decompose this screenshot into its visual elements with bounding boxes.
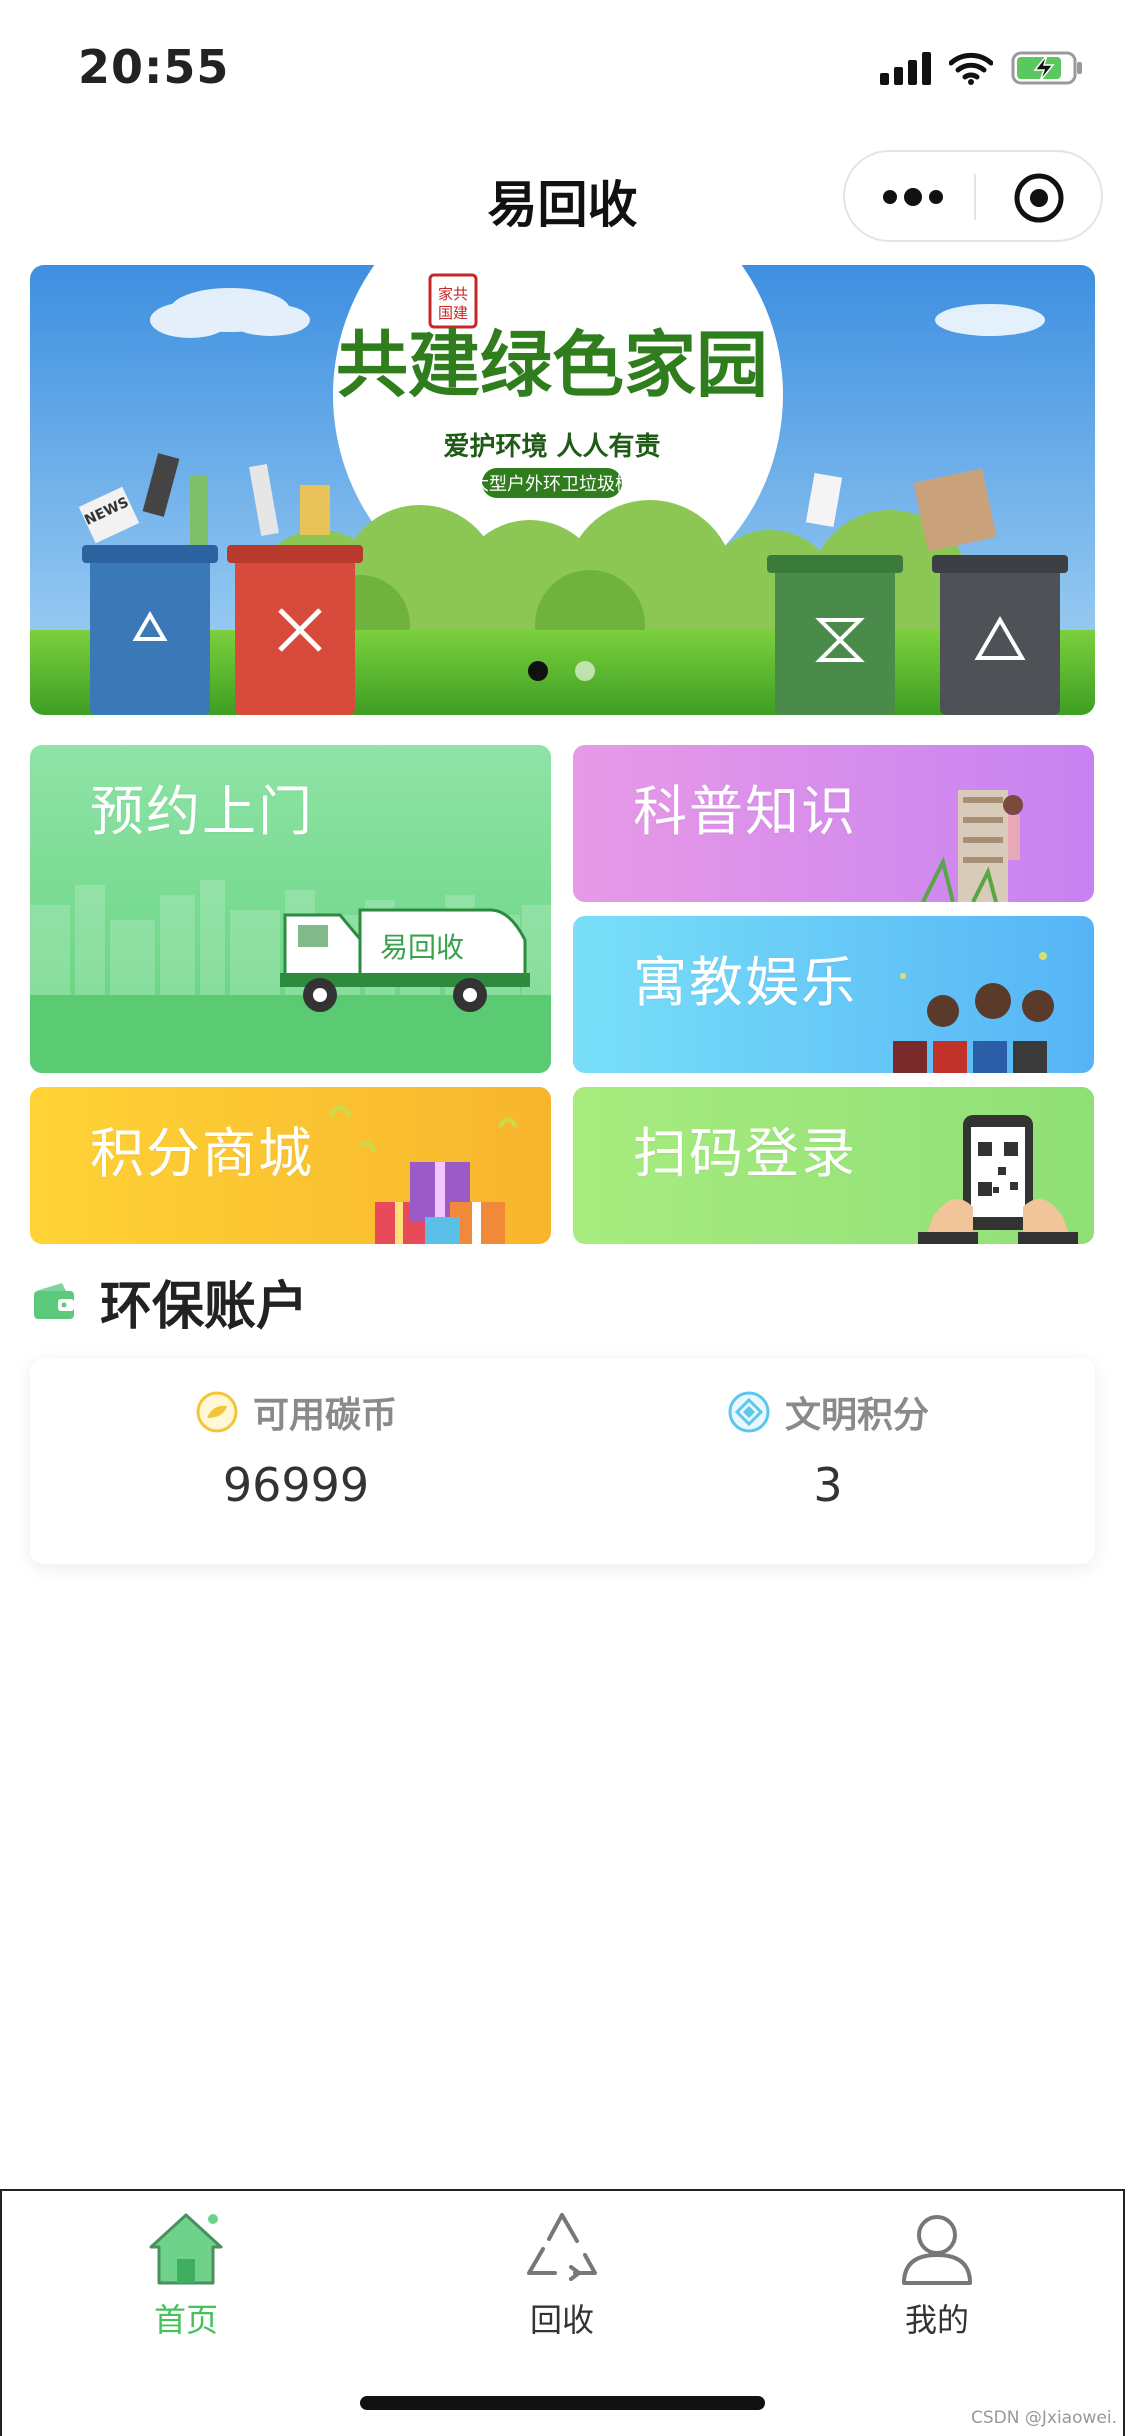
cellular-signal-icon: [880, 51, 931, 85]
tile-edutainment[interactable]: 寓教娱乐: [573, 916, 1094, 1073]
carbon-coin-value: 96999: [222, 1458, 370, 1512]
truck-label: 易回收: [380, 931, 464, 964]
more-options-button[interactable]: [883, 182, 943, 212]
recyclable-bin: [82, 545, 218, 715]
carousel-dot[interactable]: [575, 661, 595, 681]
banner-subtitle: 大型户外环卫垃圾桶: [471, 474, 633, 495]
battery-charging-icon: [1011, 51, 1082, 85]
civility-points-label: 文明积分: [784, 1395, 929, 1436]
civility-points-icon: [728, 1391, 770, 1433]
tile-points-mall[interactable]: 积分商城: [30, 1087, 551, 1244]
banner-slogan: 爱护环境 人人有责: [443, 431, 660, 462]
section-title: 环保账户: [100, 1276, 309, 1337]
wifi-icon: [949, 52, 993, 85]
close-mini-program-button[interactable]: [1013, 172, 1065, 224]
tile-schedule-pickup[interactable]: 易回收 预约上门: [30, 745, 551, 1073]
tile-label: 科普知识: [633, 780, 857, 843]
tab-recycle-label: 回收: [529, 2301, 594, 2339]
eco-account-header: 环保账户: [30, 1268, 308, 1337]
home-icon: [149, 2213, 223, 2285]
tabbar-border-left: [0, 2189, 2, 2436]
svg-text:国建: 国建: [438, 304, 468, 322]
status-bar: 20:55: [0, 0, 1125, 135]
user-icon: [902, 2215, 972, 2285]
watermark: CSDN @Jxiaowei.: [971, 2408, 1117, 2428]
tab-mine-label: 我的: [904, 2301, 969, 2339]
tile-label: 预约上门: [90, 780, 314, 843]
home-indicator[interactable]: [360, 2396, 765, 2410]
tile-label: 积分商城: [90, 1122, 314, 1185]
tile-label: 寓教娱乐: [633, 951, 857, 1014]
civility-points-block[interactable]: 文明积分 3: [562, 1358, 1094, 1564]
status-icons: [880, 48, 1085, 88]
tab-recycle[interactable]: 回收: [462, 2205, 662, 2345]
tab-home[interactable]: 首页: [86, 2205, 286, 2345]
mini-program-capsule: [843, 150, 1103, 242]
navigation-bar: 易回收: [0, 135, 1125, 265]
tile-scan-login[interactable]: 扫码登录: [573, 1087, 1094, 1244]
banner-carousel[interactable]: 家共 国建 共建绿色家园 爱护环境 人人有责 大型户外环卫垃圾桶 NEWS: [30, 265, 1095, 715]
civility-points-value: 3: [813, 1458, 843, 1512]
recycle-icon: [527, 2213, 597, 2281]
tile-label: 扫码登录: [633, 1122, 857, 1185]
tab-mine[interactable]: 我的: [837, 2205, 1037, 2345]
other-waste-bin: [932, 555, 1068, 715]
wallet-icon: [34, 1283, 74, 1319]
svg-text:家共: 家共: [438, 285, 468, 303]
carousel-dot-active[interactable]: [528, 661, 548, 681]
carbon-coin-label: 可用碳币: [252, 1395, 397, 1436]
tile-science-knowledge[interactable]: 科普知识: [573, 745, 1094, 902]
banner-headline: 共建绿色家园: [336, 322, 768, 407]
kitchen-bin: [767, 555, 903, 715]
eco-account-card: 可用碳币 96999 文明积分 3: [30, 1358, 1095, 1564]
carbon-coin-block[interactable]: 可用碳币 96999: [30, 1358, 562, 1564]
status-time: 20:55: [78, 40, 230, 94]
carbon-coin-icon: [196, 1391, 238, 1433]
tab-home-label: 首页: [153, 2301, 218, 2339]
hazardous-bin: [227, 545, 363, 715]
capsule-divider: [974, 174, 976, 220]
banner-image: 家共 国建 共建绿色家园 爱护环境 人人有责 大型户外环卫垃圾桶 NEWS: [30, 265, 1095, 715]
